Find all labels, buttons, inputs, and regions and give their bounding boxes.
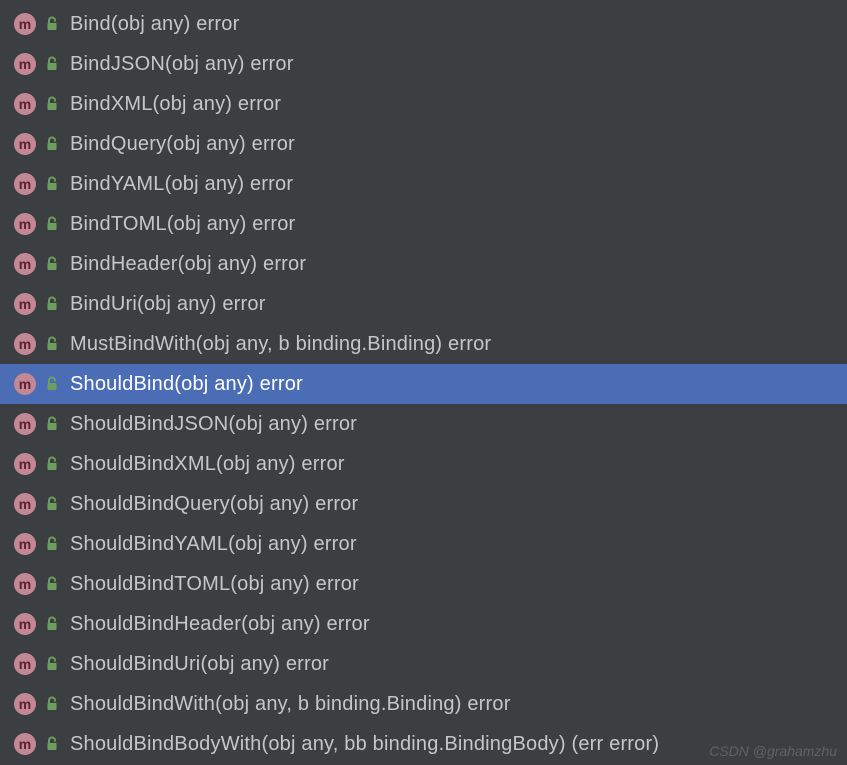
- method-icon: m: [14, 413, 36, 435]
- completion-item-label: ShouldBindBodyWith(obj any, bb binding.B…: [70, 733, 659, 756]
- completion-item[interactable]: m BindQuery(obj any) error: [0, 124, 847, 164]
- public-lock-icon: [44, 736, 60, 752]
- completion-item-label: BindUri(obj any) error: [70, 293, 266, 316]
- completion-item[interactable]: m ShouldBindUri(obj any) error: [0, 644, 847, 684]
- public-lock-icon: [44, 616, 60, 632]
- public-lock-icon: [44, 376, 60, 392]
- method-icon: m: [14, 93, 36, 115]
- completion-item-label: BindYAML(obj any) error: [70, 173, 293, 196]
- completion-item[interactable]: m BindJSON(obj any) error: [0, 44, 847, 84]
- public-lock-icon: [44, 656, 60, 672]
- completion-item[interactable]: m ShouldBindTOML(obj any) error: [0, 564, 847, 604]
- completion-item-label: ShouldBind(obj any) error: [70, 373, 303, 396]
- watermark: CSDN @grahamzhu: [709, 743, 837, 759]
- completion-item-label: BindHeader(obj any) error: [70, 253, 306, 276]
- completion-item-label: ShouldBindQuery(obj any) error: [70, 493, 358, 516]
- public-lock-icon: [44, 336, 60, 352]
- completion-item[interactable]: m BindUri(obj any) error: [0, 284, 847, 324]
- method-icon: m: [14, 133, 36, 155]
- completion-item[interactable]: m ShouldBindHeader(obj any) error: [0, 604, 847, 644]
- method-icon: m: [14, 453, 36, 475]
- public-lock-icon: [44, 696, 60, 712]
- public-lock-icon: [44, 216, 60, 232]
- public-lock-icon: [44, 56, 60, 72]
- completion-item-label: Bind(obj any) error: [70, 13, 239, 36]
- completion-item[interactable]: m MustBindWith(obj any, b binding.Binding…: [0, 324, 847, 364]
- public-lock-icon: [44, 16, 60, 32]
- completion-item-label: ShouldBindTOML(obj any) error: [70, 573, 359, 596]
- method-icon: m: [14, 533, 36, 555]
- method-icon: m: [14, 293, 36, 315]
- method-icon: m: [14, 373, 36, 395]
- method-icon: m: [14, 733, 36, 755]
- completion-item[interactable]: m ShouldBindQuery(obj any) error: [0, 484, 847, 524]
- public-lock-icon: [44, 256, 60, 272]
- completion-item-label: ShouldBindHeader(obj any) error: [70, 613, 370, 636]
- completion-item-label: BindQuery(obj any) error: [70, 133, 295, 156]
- method-icon: m: [14, 493, 36, 515]
- completion-item-label: ShouldBindWith(obj any, b binding.Bindin…: [70, 693, 511, 716]
- completion-item[interactable]: m BindTOML(obj any) error: [0, 204, 847, 244]
- method-icon: m: [14, 333, 36, 355]
- public-lock-icon: [44, 576, 60, 592]
- completion-item[interactable]: m ShouldBindXML(obj any) error: [0, 444, 847, 484]
- completion-item[interactable]: m BindHeader(obj any) error: [0, 244, 847, 284]
- method-icon: m: [14, 253, 36, 275]
- public-lock-icon: [44, 176, 60, 192]
- public-lock-icon: [44, 296, 60, 312]
- method-icon: m: [14, 693, 36, 715]
- public-lock-icon: [44, 456, 60, 472]
- completion-item-label: BindTOML(obj any) error: [70, 213, 295, 236]
- public-lock-icon: [44, 416, 60, 432]
- method-icon: m: [14, 13, 36, 35]
- method-icon: m: [14, 653, 36, 675]
- method-icon: m: [14, 53, 36, 75]
- completion-item[interactable]: m Bind(obj any) error: [0, 4, 847, 44]
- public-lock-icon: [44, 136, 60, 152]
- public-lock-icon: [44, 496, 60, 512]
- completion-item-label: BindJSON(obj any) error: [70, 53, 294, 76]
- completion-item[interactable]: m BindYAML(obj any) error: [0, 164, 847, 204]
- completion-item[interactable]: m ShouldBindJSON(obj any) error: [0, 404, 847, 444]
- completion-list: m Bind(obj any) error m BindJSON(obj any) e…: [0, 0, 847, 764]
- method-icon: m: [14, 613, 36, 635]
- completion-item-label: ShouldBindYAML(obj any) error: [70, 533, 357, 556]
- completion-item-label: MustBindWith(obj any, b binding.Binding)…: [70, 333, 491, 356]
- completion-item[interactable]: m BindXML(obj any) error: [0, 84, 847, 124]
- completion-item-label: ShouldBindUri(obj any) error: [70, 653, 329, 676]
- completion-item[interactable]: m ShouldBindWith(obj any, b binding.Bindi…: [0, 684, 847, 724]
- completion-item-label: ShouldBindJSON(obj any) error: [70, 413, 357, 436]
- method-icon: m: [14, 213, 36, 235]
- completion-item-label: BindXML(obj any) error: [70, 93, 281, 116]
- completion-item[interactable]: m ShouldBind(obj any) error: [0, 364, 847, 404]
- public-lock-icon: [44, 536, 60, 552]
- completion-item[interactable]: m ShouldBindYAML(obj any) error: [0, 524, 847, 564]
- public-lock-icon: [44, 96, 60, 112]
- completion-item-label: ShouldBindXML(obj any) error: [70, 453, 345, 476]
- method-icon: m: [14, 573, 36, 595]
- method-icon: m: [14, 173, 36, 195]
